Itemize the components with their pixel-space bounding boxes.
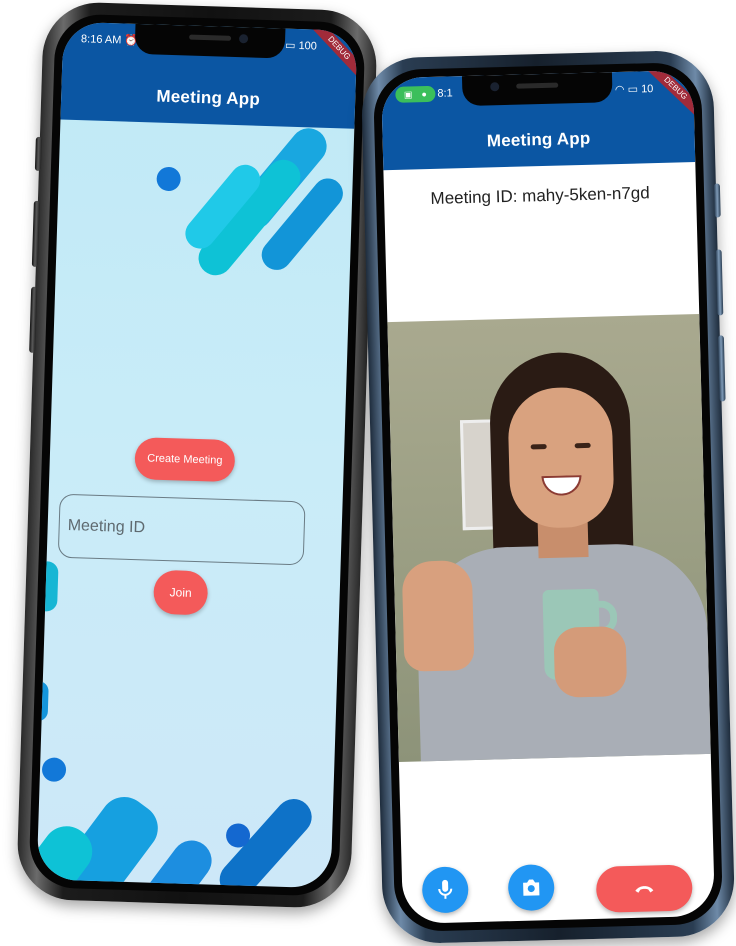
speaker [516,82,559,89]
status-right: ◠ ▭ 10 [615,82,654,96]
volume-down-button [717,335,726,402]
notch [134,23,286,59]
video-person-waving-hand [401,560,475,672]
phone-meeting-room: ▣ ● 8:1 ◠ ▭ 10 DEBUG Meeting App Meeting… [360,49,736,945]
join-button[interactable]: Join [152,569,209,616]
end-call-icon [635,886,654,893]
app-title: Meeting App [486,128,591,151]
volume-down-button [29,286,38,353]
decor-blob [36,680,49,722]
decor-dot [156,166,182,192]
status-time: 8:1 [437,87,453,100]
video-person-face [507,386,615,529]
video-person-hand [553,626,628,698]
front-camera [490,82,500,92]
silent-switch [34,136,42,171]
meeting-id-label: Meeting ID: mahy-5ken-n7gd [430,183,650,208]
phone-bezel: 8:16 AM ⏰ ◠ ▭ 100 DEBUG Meeting App [28,13,366,897]
front-camera [238,34,249,44]
battery-icon: ▭ [627,83,639,96]
participant-video [387,313,711,762]
wifi-icon: ◠ [614,83,625,97]
mic-toggle-button[interactable] [421,866,469,914]
phone-bezel: ▣ ● 8:1 ◠ ▭ 10 DEBUG Meeting App Meeting… [372,61,724,933]
mic-indicator-icon: ● [421,89,428,100]
decor-dot [41,757,67,783]
video-person-eye [574,442,591,449]
status-time: 8:16 AM ⏰ [80,33,139,47]
battery-icon: ▭ [284,39,296,52]
create-meeting-button[interactable]: Create Meeting [134,437,236,483]
action-button [713,183,721,218]
battery-level: 100 [298,39,318,53]
meeting-room-screen: ▣ ● 8:1 ◠ ▭ 10 DEBUG Meeting App Meeting… [380,70,716,924]
camera-switch-icon [523,879,540,896]
video-person-eye [530,444,547,450]
meeting-id-input[interactable] [57,493,306,566]
speaker [189,34,232,41]
mic-icon [438,879,453,899]
battery-level: 10 [640,83,654,96]
notch [461,72,613,107]
camera-switch-button[interactable] [507,863,555,912]
decor-blob [36,561,59,612]
phone-create-meeting: 8:16 AM ⏰ ◠ ▭ 100 DEBUG Meeting App [15,0,379,910]
debug-banner: DEBUG [642,70,709,121]
camera-indicator-icon: ▣ [403,88,413,100]
privacy-indicator: ▣ ● [395,85,436,103]
create-meeting-screen: 8:16 AM ⏰ ◠ ▭ 100 DEBUG Meeting App [36,21,358,889]
volume-up-button [31,200,40,267]
end-call-button[interactable] [595,864,693,913]
app-title: Meeting App [156,86,261,109]
volume-up-button [715,249,724,316]
